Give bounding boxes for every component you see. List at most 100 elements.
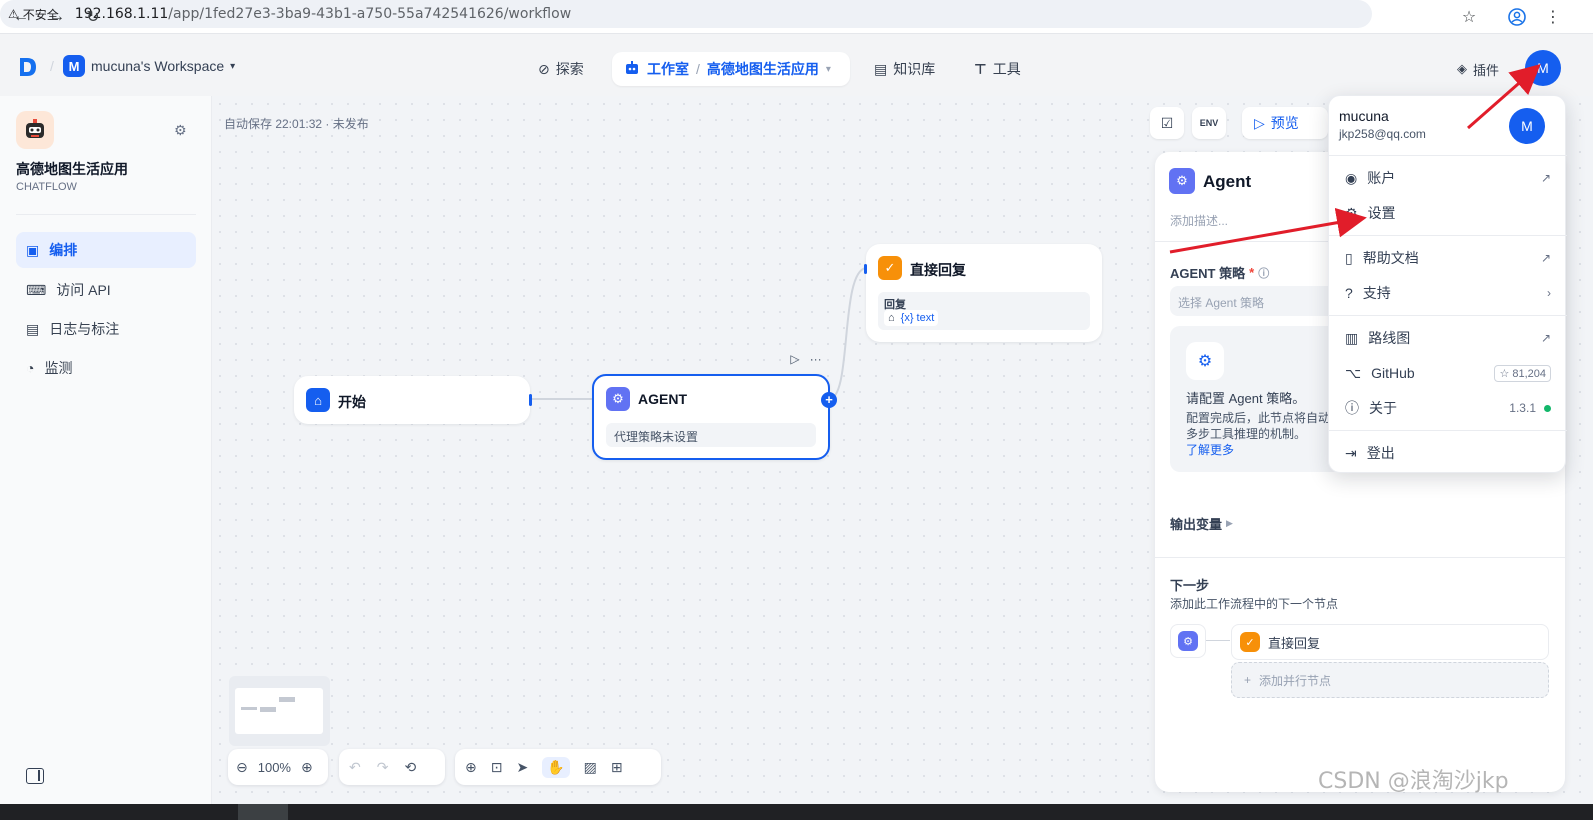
chevron-down-icon: ▾: [230, 60, 236, 72]
pointer-icon[interactable]: ➤: [516, 759, 528, 776]
sidebar-item-logs[interactable]: ▤ 日志与标注: [16, 311, 196, 347]
description-input[interactable]: 添加描述...: [1170, 212, 1228, 229]
cube-icon: ◈: [1457, 61, 1467, 76]
watermark: CSDN @浪淘沙jkp: [1318, 769, 1509, 794]
divider: [1329, 430, 1567, 431]
more-icon[interactable]: ···: [810, 352, 822, 366]
user-name: mucuna: [1339, 108, 1389, 124]
zoom-in-icon[interactable]: ⊕: [301, 759, 313, 776]
canvas-tools: ⊕ ⊡ ➤ ✋ ▨ ⊞: [455, 749, 661, 785]
sidebar-item-api[interactable]: ⌨ 访问 API: [16, 272, 196, 308]
brain-icon: ⚙: [1186, 342, 1224, 380]
app-sidebar: ⚙ 高德地图生活应用 CHATFLOW ▣ 编排 ⌨ 访问 API ▤ 日志与标…: [0, 96, 212, 804]
divider: [1329, 155, 1567, 156]
agent-node[interactable]: ⚙ AGENT 代理策略未设置 +: [592, 374, 837, 460]
current-app-selector[interactable]: 高德地图生活应用: [707, 59, 819, 79]
user-avatar-button[interactable]: M: [1525, 50, 1561, 86]
hammer-icon: ⊤: [974, 60, 987, 77]
bookmark-star-icon[interactable]: ☆: [1458, 6, 1480, 28]
workspace-switcher[interactable]: M mucuna's Workspace ▾: [63, 55, 235, 77]
learn-more-link[interactable]: 了解更多: [1186, 441, 1234, 458]
run-node-icon[interactable]: ▷: [790, 352, 799, 366]
redo-icon[interactable]: ↷: [377, 759, 389, 776]
divider: [1329, 315, 1567, 316]
terminal-icon: ⌨: [26, 281, 47, 298]
nav-tools[interactable]: ⊤ 工具: [974, 53, 1021, 85]
checklist-button[interactable]: ☑: [1150, 107, 1184, 139]
taskbar: [0, 804, 1593, 820]
input-handle[interactable]: [864, 264, 867, 274]
breadcrumb-separator: /: [50, 58, 54, 74]
menu-item-support[interactable]: ? 支持 ›: [1339, 276, 1557, 310]
env-button[interactable]: ENV: [1192, 107, 1226, 139]
add-note-icon[interactable]: ⊡: [491, 759, 503, 776]
address-bar[interactable]: ⚠ 不安全 192.168.1.11/app/1fed27e3-3ba9-43b…: [0, 0, 1372, 28]
caret-right-icon: ▶: [1226, 518, 1233, 528]
external-link-icon: ↗: [1540, 251, 1551, 265]
divider: [16, 214, 196, 215]
hand-icon[interactable]: ✋: [542, 756, 570, 778]
sidebar-item-orchestrate[interactable]: ▣ 编排: [16, 232, 196, 268]
minimap[interactable]: [229, 676, 330, 746]
user-email: jkp258@qq.com: [1339, 127, 1426, 141]
current-node-chip: ⚙: [1170, 624, 1206, 658]
start-node[interactable]: ⌂ 开始: [294, 376, 532, 424]
dify-logo[interactable]: [18, 56, 38, 78]
external-link-icon: ↗: [1540, 171, 1551, 185]
strategy-label: AGENT 策略 * ⓘ: [1170, 265, 1270, 281]
app-name: 高德地图生活应用: [16, 161, 128, 177]
play-icon: ▷: [1254, 114, 1265, 131]
output-handle[interactable]: [529, 394, 532, 406]
add-next-node-icon[interactable]: +: [821, 392, 837, 408]
menu-item-github[interactable]: ⌥ GitHub ☆ 81,204: [1339, 356, 1557, 390]
zoom-level[interactable]: 100%: [258, 760, 291, 775]
add-node-icon[interactable]: ⊕: [465, 759, 477, 776]
output-variables-toggle[interactable]: 输出变量 ▶: [1170, 514, 1233, 533]
url-text[interactable]: 192.168.1.11/app/1fed27e3-3ba9-43b1-a750…: [75, 6, 571, 22]
sidebar-item-monitor[interactable]: ◔ 监测: [16, 350, 196, 386]
robot-icon: [624, 60, 640, 78]
preview-button[interactable]: ▷ 预览: [1242, 107, 1328, 139]
nav-knowledge[interactable]: ▤ 知识库: [874, 53, 935, 85]
logout-icon: ⇥: [1345, 444, 1357, 461]
reload-icon[interactable]: ↻: [82, 6, 104, 28]
undo-icon[interactable]: ↶: [349, 759, 361, 776]
browser-menu-icon[interactable]: ⋮: [1542, 6, 1564, 28]
menu-item-settings[interactable]: ⚙ 设置: [1339, 196, 1557, 230]
menu-item-docs[interactable]: ▯ 帮助文档 ↗: [1339, 241, 1557, 275]
answer-node[interactable]: ✓ 直接回复 回复 ⌂ {x} text: [864, 244, 1102, 342]
profile-icon[interactable]: [1506, 6, 1528, 28]
history-icon[interactable]: ⟲: [404, 759, 416, 776]
gauge-icon: ◔: [26, 360, 35, 376]
taskbar-item[interactable]: [238, 804, 288, 820]
menu-item-account[interactable]: ◉ 账户 ↗: [1339, 161, 1557, 195]
next-node-item[interactable]: ✓ 直接回复: [1231, 624, 1549, 660]
plugins-button[interactable]: ◈ 插件: [1457, 53, 1499, 85]
zoom-controls: ⊖ 100% ⊕: [228, 749, 328, 785]
menu-item-roadmap[interactable]: ▥ 路线图 ↗: [1339, 321, 1557, 355]
organize-nodes-icon[interactable]: ⊞: [611, 759, 623, 776]
external-link-icon: ↗: [1540, 331, 1551, 345]
github-stars-badge: ☆ 81,204: [1494, 364, 1551, 382]
gear-icon: ⚙: [1345, 204, 1358, 221]
add-parallel-node-button[interactable]: + 添加并行节点: [1231, 662, 1549, 698]
back-icon[interactable]: ←: [10, 6, 32, 28]
question-circle-icon: ?: [1345, 285, 1353, 301]
forward-icon[interactable]: →: [46, 6, 68, 28]
minimap-viewport: [235, 688, 323, 734]
export-image-icon[interactable]: ▨: [584, 759, 597, 776]
settings-sliders-icon[interactable]: ⚙: [174, 122, 187, 139]
nav-explore[interactable]: ⊘ 探索: [538, 53, 584, 85]
nav-studio[interactable]: 工作室 / 高德地图生活应用 ▾: [612, 52, 850, 86]
panel-title[interactable]: Agent: [1203, 172, 1251, 192]
next-step-desc: 添加此工作流程中的下一个节点: [1170, 597, 1339, 611]
user-circle-icon: ◉: [1345, 169, 1358, 186]
menu-item-about[interactable]: ⓘ 关于 1.3.1: [1339, 391, 1557, 425]
collapse-sidebar-icon[interactable]: [26, 768, 44, 784]
user-menu: mucuna jkp258@qq.com M ◉ 账户 ↗ ⚙ 设置 ▯ 帮助文…: [1328, 95, 1567, 473]
help-icon: ⓘ: [1258, 267, 1270, 280]
zoom-out-icon[interactable]: ⊖: [236, 759, 248, 776]
layout-icon: ▣: [26, 241, 40, 258]
env-icon: ENV: [1199, 118, 1219, 128]
menu-item-logout[interactable]: ⇥ 登出: [1339, 436, 1557, 470]
